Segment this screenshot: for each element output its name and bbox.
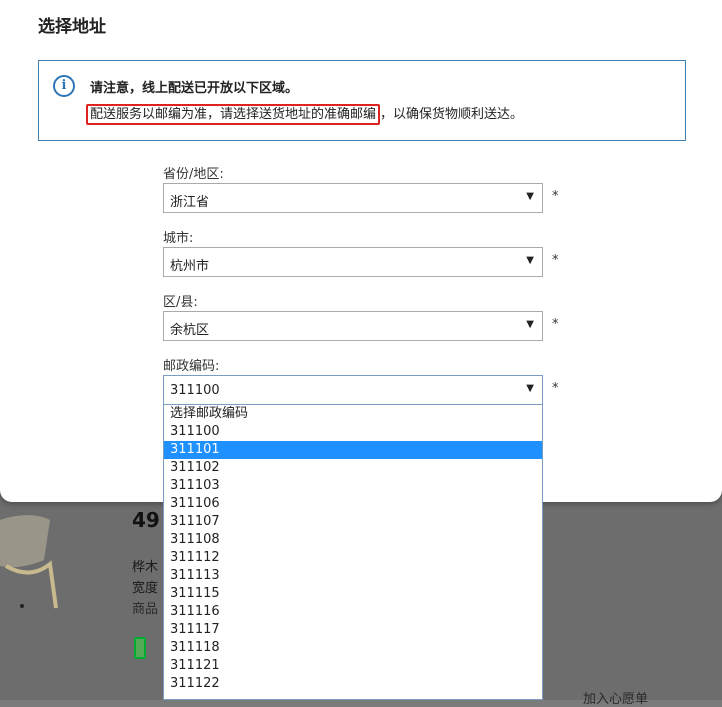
product-material: 桦木 [132,560,159,575]
postcode-option[interactable]: 311103 [164,477,542,495]
postcode-label: 邮政编码: [163,359,220,374]
city-select[interactable]: 杭州市 ▼ [163,247,543,277]
product-price: 49 [132,508,160,532]
postcode-option[interactable]: 311113 [164,567,542,585]
stock-indicator-icon [134,637,146,659]
postcode-dropdown-list[interactable]: 选择邮政编码 311100 311101 311102 311103 311106 3111… [163,405,543,700]
product-width: 宽度 [132,581,159,596]
postcode-option[interactable]: 311117 [164,621,542,639]
modal-title: 选择地址 [38,17,106,37]
province-value: 浙江省 [170,195,210,210]
notice-highlighted-text: 配送服务以邮编为准，请选择送货地址的准确邮编 [86,104,381,125]
postcode-option[interactable]: 311112 [164,549,542,567]
chair-image [0,515,58,609]
chevron-down-icon: ▼ [526,191,534,202]
required-mark: * [552,381,559,396]
postcode-option[interactable]: 311108 [164,531,542,549]
chevron-down-icon: ▼ [526,255,534,266]
wishlist-link[interactable]: 加入心愿单 [583,688,648,707]
notice-title: 请注意，线上配送已开放以下区域。 [90,81,299,96]
postcode-select[interactable]: 311100 ▼ [163,375,543,405]
required-mark: * [552,253,559,268]
notice-box: i 请注意，线上配送已开放以下区域。 配送服务以邮编为准，请选择送货地址的准确邮… [38,60,686,141]
product-info: 商品 [132,602,159,617]
postcode-option[interactable]: 311107 [164,513,542,531]
postcode-option[interactable]: 311106 [164,495,542,513]
district-label: 区/县: [163,295,198,310]
province-label: 省份/地区: [163,167,224,182]
notice-text: 配送服务以邮编为准，请选择送货地址的准确邮编 ，以确保货物顺利送达。 [86,103,524,125]
required-mark: * [552,317,559,332]
postcode-option[interactable]: 311121 [164,657,542,675]
postcode-option[interactable]: 311116 [164,603,542,621]
district-select[interactable]: 余杭区 ▼ [163,311,543,341]
postcode-option[interactable]: 选择邮政编码 [164,405,542,423]
info-icon: i [53,75,75,97]
district-value: 余杭区 [170,323,210,338]
chevron-down-icon: ▼ [526,383,534,394]
province-select[interactable]: 浙江省 ▼ [163,183,543,213]
postcode-option[interactable]: 311101 [164,441,542,459]
postcode-option[interactable]: 311122 [164,675,542,693]
postcode-option[interactable]: 311115 [164,585,542,603]
postcode-option[interactable]: 311100 [164,423,542,441]
chevron-down-icon: ▼ [526,319,534,330]
required-mark: * [552,189,559,204]
postcode-option[interactable]: 311102 [164,459,542,477]
city-label: 城市: [163,231,194,246]
notice-rest-text: ，以确保货物顺利送达。 [380,107,524,122]
postcode-option[interactable]: 311118 [164,639,542,657]
city-value: 杭州市 [170,259,210,274]
postcode-value: 311100 [170,383,220,398]
